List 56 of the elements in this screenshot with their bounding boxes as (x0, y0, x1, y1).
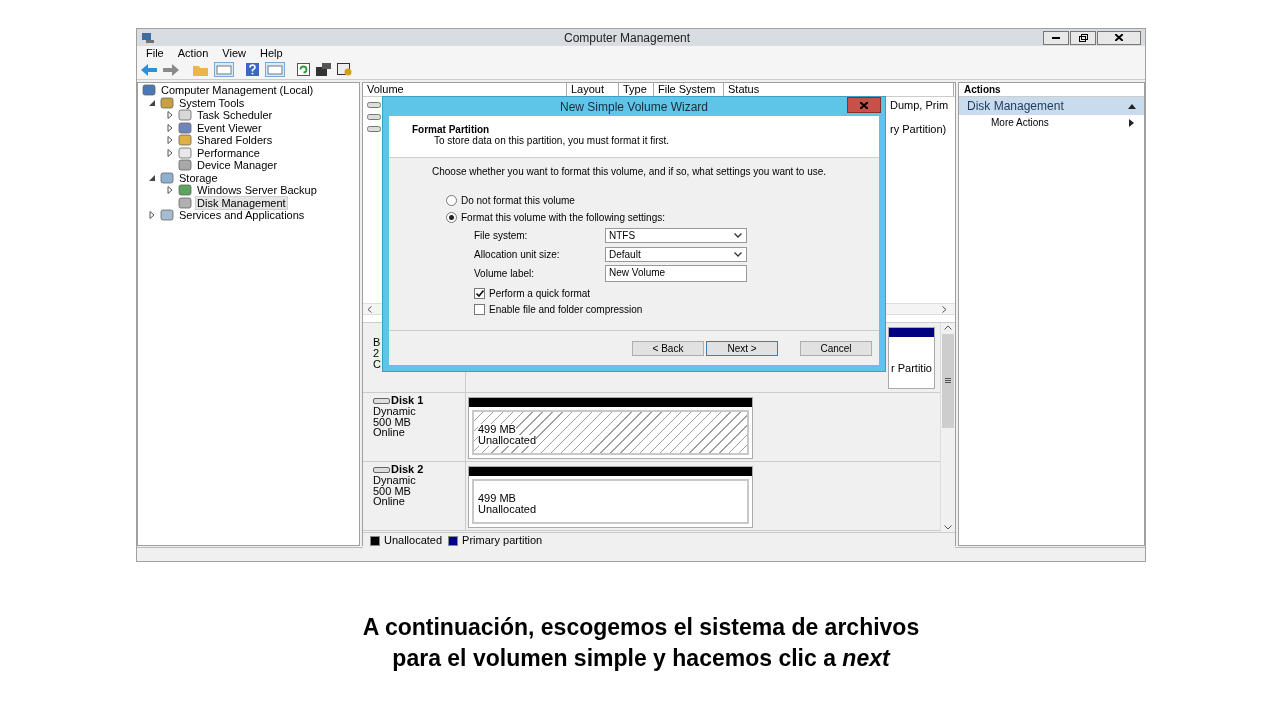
disk-info: Online (373, 427, 406, 438)
disk-info: Dynamic (373, 475, 417, 486)
disk-name: Disk 1 (391, 395, 424, 406)
checkbox-option[interactable]: Enable file and folder compression (474, 301, 879, 317)
section-header[interactable]: Disk Management (959, 97, 1144, 115)
text-input[interactable]: New Volume (605, 265, 747, 282)
menu-item[interactable]: Action (177, 46, 209, 60)
field-label: File system: (474, 229, 529, 243)
disk-label-text: B (373, 337, 382, 348)
field-label: Volume label: (474, 267, 536, 281)
tree-item[interactable]: Performance (195, 145, 262, 160)
partition-size: 499 MB (478, 493, 516, 504)
tree-item[interactable]: Computer Management (Local) (159, 83, 316, 98)
tree-item[interactable]: System Tools (177, 95, 247, 110)
tree-item[interactable]: Storage (177, 170, 220, 185)
wizard-button[interactable]: Next > (706, 340, 778, 356)
tree-item[interactable]: Services and Applications (177, 208, 307, 223)
disk-info: Online (373, 496, 406, 507)
tree-item[interactable]: Event Viewer (195, 120, 264, 135)
legend-label: Primary partition (462, 533, 543, 549)
dropdown-field[interactable]: Default (605, 247, 747, 262)
tree-item[interactable]: Device Manager (195, 158, 280, 173)
partition-status: Unallocated (478, 504, 537, 515)
window-title: Computer Management (564, 29, 691, 47)
partition-block[interactable]: 499 MB Unallocated (468, 397, 753, 459)
action-item[interactable]: More Actions (959, 115, 1144, 130)
partition-status: r Partitio (891, 363, 932, 374)
page-heading: Format Partition (412, 124, 491, 135)
partition-size: 499 MB (478, 424, 516, 435)
radio-option[interactable]: Do not format this volume (432, 192, 879, 209)
wizard-button[interactable]: < Back (632, 340, 704, 356)
menu-item[interactable]: View (222, 46, 246, 60)
legend-label: Unallocated (384, 533, 443, 549)
disk-label-text: 2 (373, 348, 381, 359)
tree-item[interactable]: Shared Folders (195, 133, 275, 148)
radio-option[interactable]: Format this volume with the following settings: (432, 209, 879, 226)
dropdown-field[interactable]: NTFS (605, 228, 747, 243)
partition-status: Unallocated (478, 435, 537, 446)
partition-block[interactable]: 499 MB Unallocated (468, 466, 753, 528)
table-cell: ry Partition) (890, 123, 947, 135)
dialog-title: New Simple Volume Wizard (559, 98, 709, 116)
page-subheading: To store data on this partition, you must format it first. (433, 135, 671, 146)
tree-item[interactable]: Windows Server Backup (195, 183, 319, 198)
table-cell: Dump, Prim (890, 99, 949, 111)
disk-name: Disk 2 (391, 464, 424, 475)
field-label: Allocation unit size: (474, 248, 561, 262)
slide-caption: A continuación, escogemos el sistema de archivos para el volumen simple y hacemos clic a next (361, 613, 921, 673)
checkbox-option[interactable]: Perform a quick format (474, 285, 879, 301)
tree-item[interactable]: Disk Management (195, 195, 288, 210)
disk-info: Dynamic (373, 406, 417, 417)
tree-item[interactable]: Task Scheduler (195, 108, 275, 123)
wizard-button[interactable]: Cancel (800, 340, 872, 356)
disk-label-text: C (373, 359, 382, 370)
menu-item[interactable]: File (146, 46, 164, 60)
menu-item[interactable]: Help (259, 46, 283, 60)
instruction-text: Choose whether you want to format this volume, and if so, what settings you want to use. (432, 166, 828, 178)
